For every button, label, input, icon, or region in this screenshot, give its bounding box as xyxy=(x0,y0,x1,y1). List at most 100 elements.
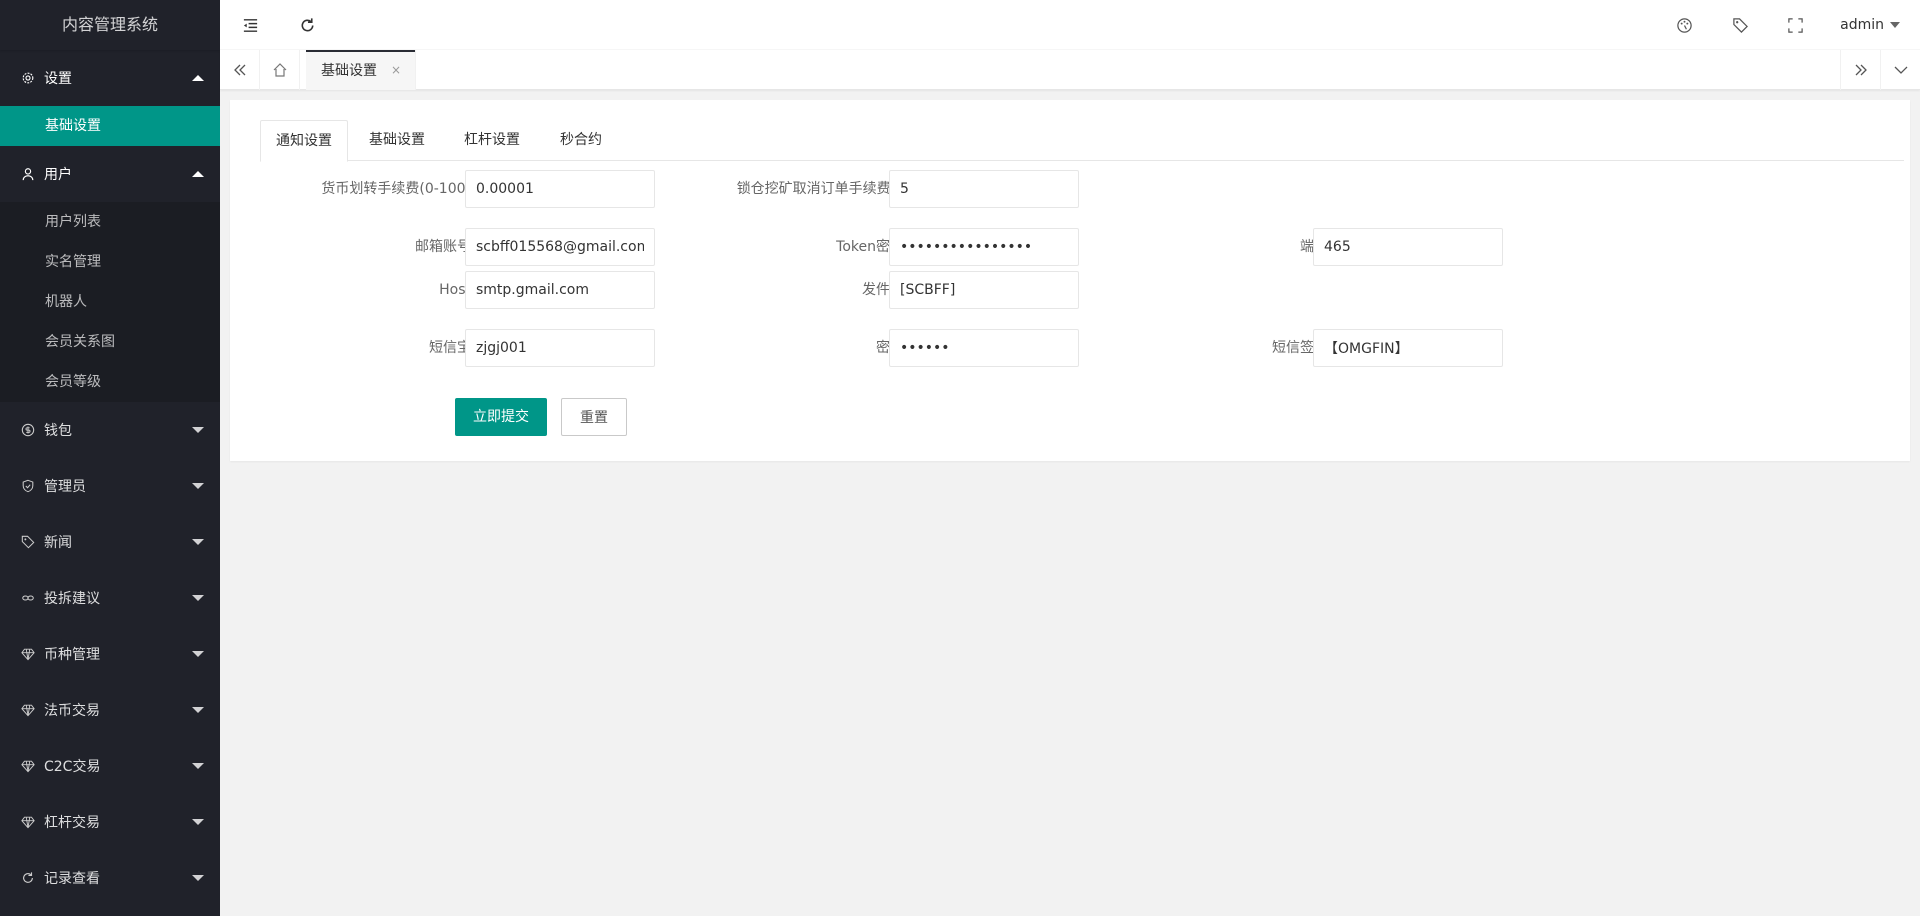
chevron-down-icon xyxy=(192,707,204,713)
sender-input[interactable] xyxy=(889,271,1079,309)
shield-icon xyxy=(20,478,36,494)
refresh-icon xyxy=(301,17,313,31)
password-label: 密码 xyxy=(630,329,904,367)
sidebar-item-label: 用户 xyxy=(44,167,72,183)
sms-provider-input[interactable] xyxy=(465,329,655,367)
sidebar-item[interactable]: 杠杆交易 xyxy=(0,794,220,850)
top-header: admin xyxy=(220,0,1920,50)
sidebar-subitem[interactable]: 会员等级 xyxy=(0,362,220,402)
sidebar-item-label: 法币交易 xyxy=(44,703,100,719)
password-input[interactable] xyxy=(889,329,1079,367)
mining-cancel-fee-input[interactable] xyxy=(889,170,1079,208)
sidebar-subitem[interactable]: 用户列表 xyxy=(0,202,220,242)
email-account-label: 邮箱账号 xyxy=(415,239,471,255)
sender-label: 发件人 xyxy=(862,282,904,298)
dollar-icon xyxy=(20,422,36,438)
sidebar-group: 币种管理 xyxy=(0,626,220,682)
note-button[interactable] xyxy=(1728,0,1752,50)
chevron-up-icon xyxy=(192,75,204,81)
page-tabs-bar: 基础设置 × xyxy=(220,50,1920,90)
tabs-next-button[interactable] xyxy=(1840,50,1880,90)
tab-notification-settings[interactable]: 通知设置 xyxy=(260,120,348,162)
home-tab-button[interactable] xyxy=(260,50,300,90)
reset-button[interactable]: 重置 xyxy=(561,398,627,436)
sidebar-item-label: 币种管理 xyxy=(44,647,100,663)
sidebar-item-label: 新闻 xyxy=(44,535,72,551)
sidebar-item-label: 设置 xyxy=(44,71,72,87)
sidebar-item[interactable]: 法币交易 xyxy=(0,682,220,738)
sms-signature-label: 短信签名 xyxy=(1272,340,1328,356)
sidebar-group: 钱包 xyxy=(0,402,220,458)
sidebar-submenu: 基础设置 xyxy=(0,106,220,146)
sidebar-subitem[interactable]: 实名管理 xyxy=(0,242,220,282)
sidebar-group: 记录查看 xyxy=(0,850,220,906)
sidebar-item[interactable]: 投拆建议 xyxy=(0,570,220,626)
diamond-icon xyxy=(20,702,36,718)
token-password-label: Token密码 xyxy=(836,239,904,255)
sidebar-subitem[interactable]: 基础设置 xyxy=(0,106,220,146)
fullscreen-button[interactable] xyxy=(1783,0,1807,50)
mining-cancel-fee-label: 锁仓挖矿取消订单手续费% xyxy=(736,181,904,197)
chevron-down-icon xyxy=(192,875,204,881)
sidebar-item-label: 杠杆交易 xyxy=(44,815,100,831)
chevron-down-icon xyxy=(192,819,204,825)
email-account-input[interactable] xyxy=(465,228,655,266)
refresh-icon xyxy=(20,870,36,886)
sidebar-subitem[interactable]: 机器人 xyxy=(0,282,220,322)
close-icon[interactable]: × xyxy=(391,63,401,77)
tab-leverage-settings[interactable]: 杠杆设置 xyxy=(449,120,535,161)
theme-button[interactable] xyxy=(1672,0,1696,50)
sidebar-group: 新闻 xyxy=(0,514,220,570)
tab-basic-settings[interactable]: 基础设置 xyxy=(354,120,440,161)
transfer-fee-input[interactable] xyxy=(465,170,655,208)
sms-provider-label: 短信宝 xyxy=(429,340,471,356)
chevron-down-icon xyxy=(192,651,204,657)
submit-button[interactable]: 立即提交 xyxy=(455,398,547,436)
chevron-down-icon xyxy=(192,483,204,489)
host-input[interactable] xyxy=(465,271,655,309)
host-label: Host xyxy=(439,282,471,298)
sidebar-item-label: C2C交易 xyxy=(44,759,101,775)
sidebar-group: 杠杆交易 xyxy=(0,794,220,850)
home-icon xyxy=(273,63,286,77)
tab-basic-settings[interactable]: 基础设置 × xyxy=(306,50,417,90)
sidebar-item[interactable]: 管理员 xyxy=(0,458,220,514)
port-input[interactable] xyxy=(1313,228,1503,266)
sidebar-item[interactable]: C2C交易 xyxy=(0,738,220,794)
port-label: 端口 xyxy=(1130,228,1328,266)
tab-second-contract[interactable]: 秒合约 xyxy=(545,120,617,161)
refresh-button[interactable] xyxy=(295,0,319,50)
sidebar-submenu: 用户列表 实名管理 机器人 会员关系图 会员等级 xyxy=(0,202,220,402)
sidebar-group: C2C交易 xyxy=(0,738,220,794)
fullscreen-icon xyxy=(1787,17,1803,33)
sidebar: 内容管理系统 设置 基础设置 用户 用户列表 实名管理 机器人 会员关系图 会员等级 钱包 管理员… xyxy=(0,0,220,916)
tag-icon xyxy=(20,534,36,550)
sidebar-item[interactable]: 用户 xyxy=(0,146,220,202)
user-menu[interactable]: admin xyxy=(1840,0,1900,50)
sidebar-item[interactable]: 钱包 xyxy=(0,402,220,458)
menu-toggle-button[interactable] xyxy=(238,0,262,50)
token-password-input[interactable] xyxy=(889,228,1079,266)
sidebar-item[interactable]: 新闻 xyxy=(0,514,220,570)
chevron-down-icon xyxy=(192,539,204,545)
gear-icon xyxy=(20,70,36,86)
indent-icon xyxy=(243,18,257,32)
settings-card: 通知设置 基础设置 杠杆设置 秒合约 货币划转手续费(0-100) 锁仓挖矿取消… xyxy=(230,100,1910,461)
sidebar-item[interactable]: 设置 xyxy=(0,50,220,106)
chevron-down-icon xyxy=(192,427,204,433)
sidebar-item-label: 记录查看 xyxy=(44,871,100,887)
sidebar-item[interactable]: 记录查看 xyxy=(0,850,220,906)
sidebar-item-label: 投拆建议 xyxy=(44,591,100,607)
tabs-menu-button[interactable] xyxy=(1880,50,1920,90)
diamond-icon xyxy=(20,814,36,830)
chevron-down-icon xyxy=(192,595,204,601)
sms-signature-input[interactable] xyxy=(1313,329,1503,367)
chevron-down-icon xyxy=(192,763,204,769)
settings-tabs: 通知设置 基础设置 杠杆设置 秒合约 xyxy=(260,120,1904,162)
diamond-icon xyxy=(20,758,36,774)
sidebar-item[interactable]: 币种管理 xyxy=(0,626,220,682)
chevron-up-icon xyxy=(192,171,204,177)
sidebar-subitem[interactable]: 会员关系图 xyxy=(0,322,220,362)
sidebar-group: 用户用户列表 实名管理 机器人 会员关系图 会员等级 xyxy=(0,146,220,402)
tabs-prev-button[interactable] xyxy=(220,50,260,90)
